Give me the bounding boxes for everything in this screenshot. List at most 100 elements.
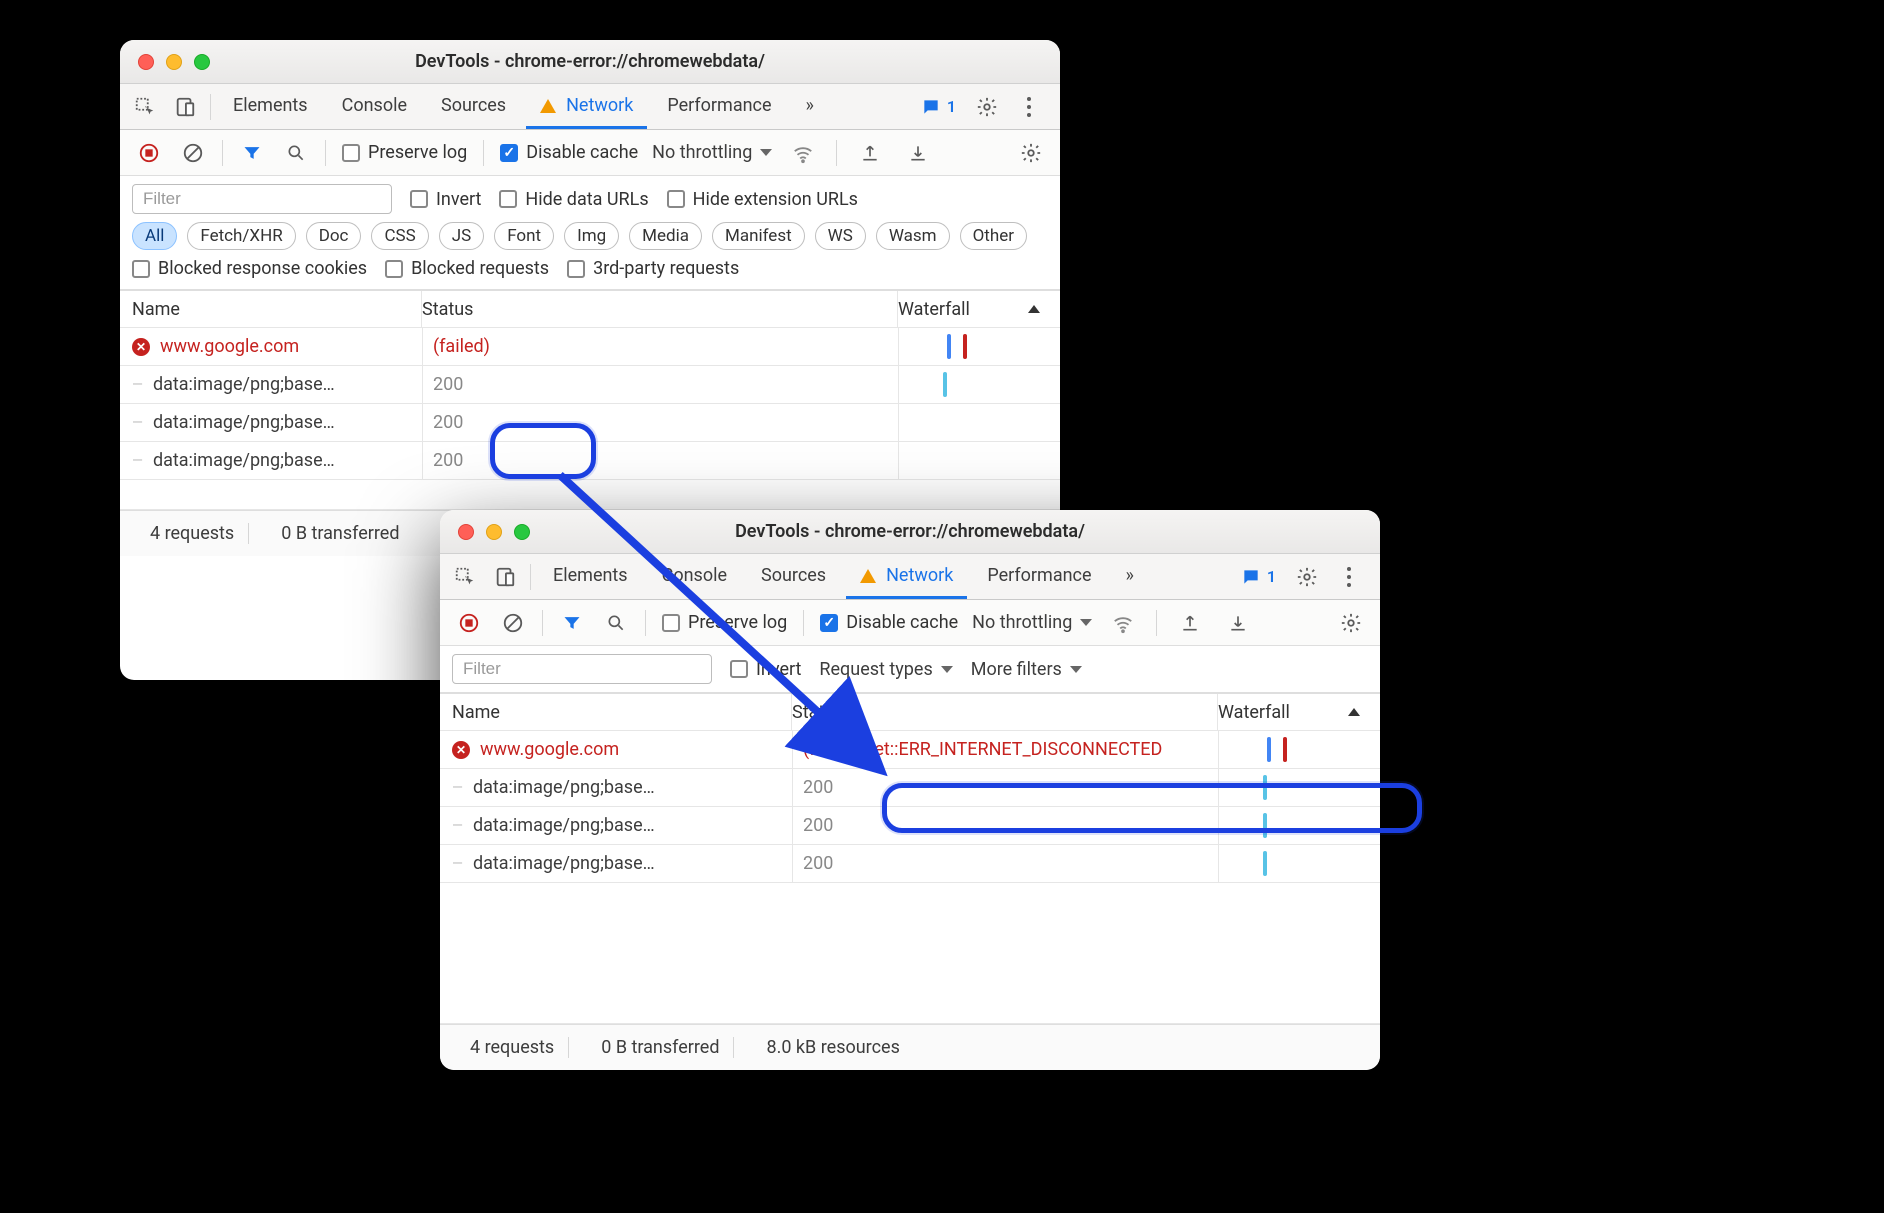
type-pill-css[interactable]: CSS [371,222,428,250]
toggle-device-toolbar-icon[interactable] [488,560,522,594]
request-row[interactable]: —data:image/png;base…200 [440,807,1380,845]
export-har-icon[interactable] [1173,606,1207,640]
minimize-window-button[interactable] [486,524,502,540]
tab-elements[interactable]: Elements [219,84,322,129]
filter-input[interactable] [452,654,712,684]
request-row[interactable]: —data:image/png;base…200 [120,404,1060,442]
filter-toggle-icon[interactable] [555,606,589,640]
column-status[interactable]: Status [792,694,1218,730]
close-window-button[interactable] [458,524,474,540]
search-icon[interactable] [599,606,633,640]
request-row[interactable]: —data:image/png;base…200 [440,845,1380,883]
preserve-log-toggle[interactable]: Preserve log [662,612,787,633]
tabs-overflow[interactable]: » [1112,554,1148,599]
titlebar[interactable]: DevTools - chrome-error://chromewebdata/ [120,40,1060,84]
panel-tabs: Elements Console Sources Network Perform… [440,554,1380,600]
inspect-element-icon[interactable] [128,90,162,124]
divider [483,140,484,166]
zoom-window-button[interactable] [514,524,530,540]
issues-counter[interactable]: 1 [1235,565,1282,589]
clear-button[interactable] [176,136,210,170]
import-har-icon[interactable] [1221,606,1255,640]
zoom-window-button[interactable] [194,54,210,70]
throttling-select[interactable]: No throttling [652,142,772,163]
type-pill-fetchxhr[interactable]: Fetch/XHR [187,222,295,250]
checkbox-icon [410,190,428,208]
request-row[interactable]: —data:image/png;base…200 [120,366,1060,404]
type-pill-js[interactable]: JS [439,222,484,250]
column-name[interactable]: Name [452,694,792,730]
column-waterfall[interactable]: Waterfall [1218,694,1368,730]
issues-counter[interactable]: 1 [915,95,962,119]
tab-performance[interactable]: Performance [973,554,1105,599]
type-pill-wasm[interactable]: Wasm [876,222,950,250]
blocked-cookies-toggle[interactable]: Blocked response cookies [132,258,367,279]
more-filters-select[interactable]: More filters [971,659,1082,680]
settings-icon[interactable] [970,90,1004,124]
network-conditions-icon[interactable] [1106,606,1140,640]
invert-toggle[interactable]: Invert [730,659,801,680]
type-pill-img[interactable]: Img [564,222,619,250]
search-icon[interactable] [279,136,313,170]
request-name: data:image/png;base… [153,450,335,471]
titlebar[interactable]: DevTools - chrome-error://chromewebdata/ [440,510,1380,554]
type-pill-all[interactable]: All [132,222,177,250]
type-pill-media[interactable]: Media [629,222,702,250]
tab-network[interactable]: Network [526,84,647,129]
request-name: data:image/png;base… [473,853,655,874]
invert-toggle[interactable]: Invert [410,189,481,210]
export-har-icon[interactable] [853,136,887,170]
type-pill-font[interactable]: Font [494,222,554,250]
network-settings-icon[interactable] [1334,606,1368,640]
network-settings-icon[interactable] [1014,136,1048,170]
request-types-select[interactable]: Request types [819,659,952,680]
hide-extension-urls-toggle[interactable]: Hide extension URLs [667,189,858,210]
more-options-icon[interactable] [1332,560,1366,594]
filter-toggle-icon[interactable] [235,136,269,170]
disable-cache-toggle[interactable]: Disable cache [500,142,638,163]
inspect-element-icon[interactable] [448,560,482,594]
minimize-window-button[interactable] [166,54,182,70]
disable-cache-toggle[interactable]: Disable cache [820,612,958,633]
request-row[interactable]: www.google.com(failed) net::ERR_INTERNET… [440,731,1380,769]
tab-sources[interactable]: Sources [427,84,520,129]
divider [836,140,837,166]
tab-sources[interactable]: Sources [747,554,840,599]
toggle-device-toolbar-icon[interactable] [168,90,202,124]
column-waterfall[interactable]: Waterfall [898,291,1048,327]
tabs-overflow[interactable]: » [792,84,828,129]
record-button[interactable] [452,606,486,640]
import-har-icon[interactable] [901,136,935,170]
more-filters-bar: Blocked response cookies Blocked request… [120,258,1060,290]
throttling-select[interactable]: No throttling [972,612,1092,633]
type-pill-ws[interactable]: WS [815,222,866,250]
network-conditions-icon[interactable] [786,136,820,170]
clear-button[interactable] [496,606,530,640]
disable-cache-label: Disable cache [846,612,958,633]
filter-input[interactable] [132,184,392,214]
preserve-log-toggle[interactable]: Preserve log [342,142,467,163]
close-window-button[interactable] [138,54,154,70]
tab-console[interactable]: Console [648,554,741,599]
record-button[interactable] [132,136,166,170]
checkbox-icon [567,260,585,278]
type-pill-manifest[interactable]: Manifest [712,222,805,250]
request-row[interactable]: www.google.com(failed) [120,328,1060,366]
more-filters-label: More filters [971,659,1062,680]
more-options-icon[interactable] [1012,90,1046,124]
tab-console[interactable]: Console [328,84,421,129]
third-party-toggle[interactable]: 3rd-party requests [567,258,739,279]
column-status[interactable]: Status [422,291,898,327]
settings-icon[interactable] [1290,560,1324,594]
request-name: data:image/png;base… [153,412,335,433]
type-pill-doc[interactable]: Doc [306,222,362,250]
request-row[interactable]: —data:image/png;base…200 [120,442,1060,480]
blocked-requests-toggle[interactable]: Blocked requests [385,258,549,279]
tab-network[interactable]: Network [846,554,967,599]
tab-elements[interactable]: Elements [539,554,642,599]
request-row[interactable]: —data:image/png;base…200 [440,769,1380,807]
tab-performance[interactable]: Performance [653,84,785,129]
hide-data-urls-toggle[interactable]: Hide data URLs [499,189,648,210]
type-pill-other[interactable]: Other [960,222,1027,250]
column-name[interactable]: Name [132,291,422,327]
